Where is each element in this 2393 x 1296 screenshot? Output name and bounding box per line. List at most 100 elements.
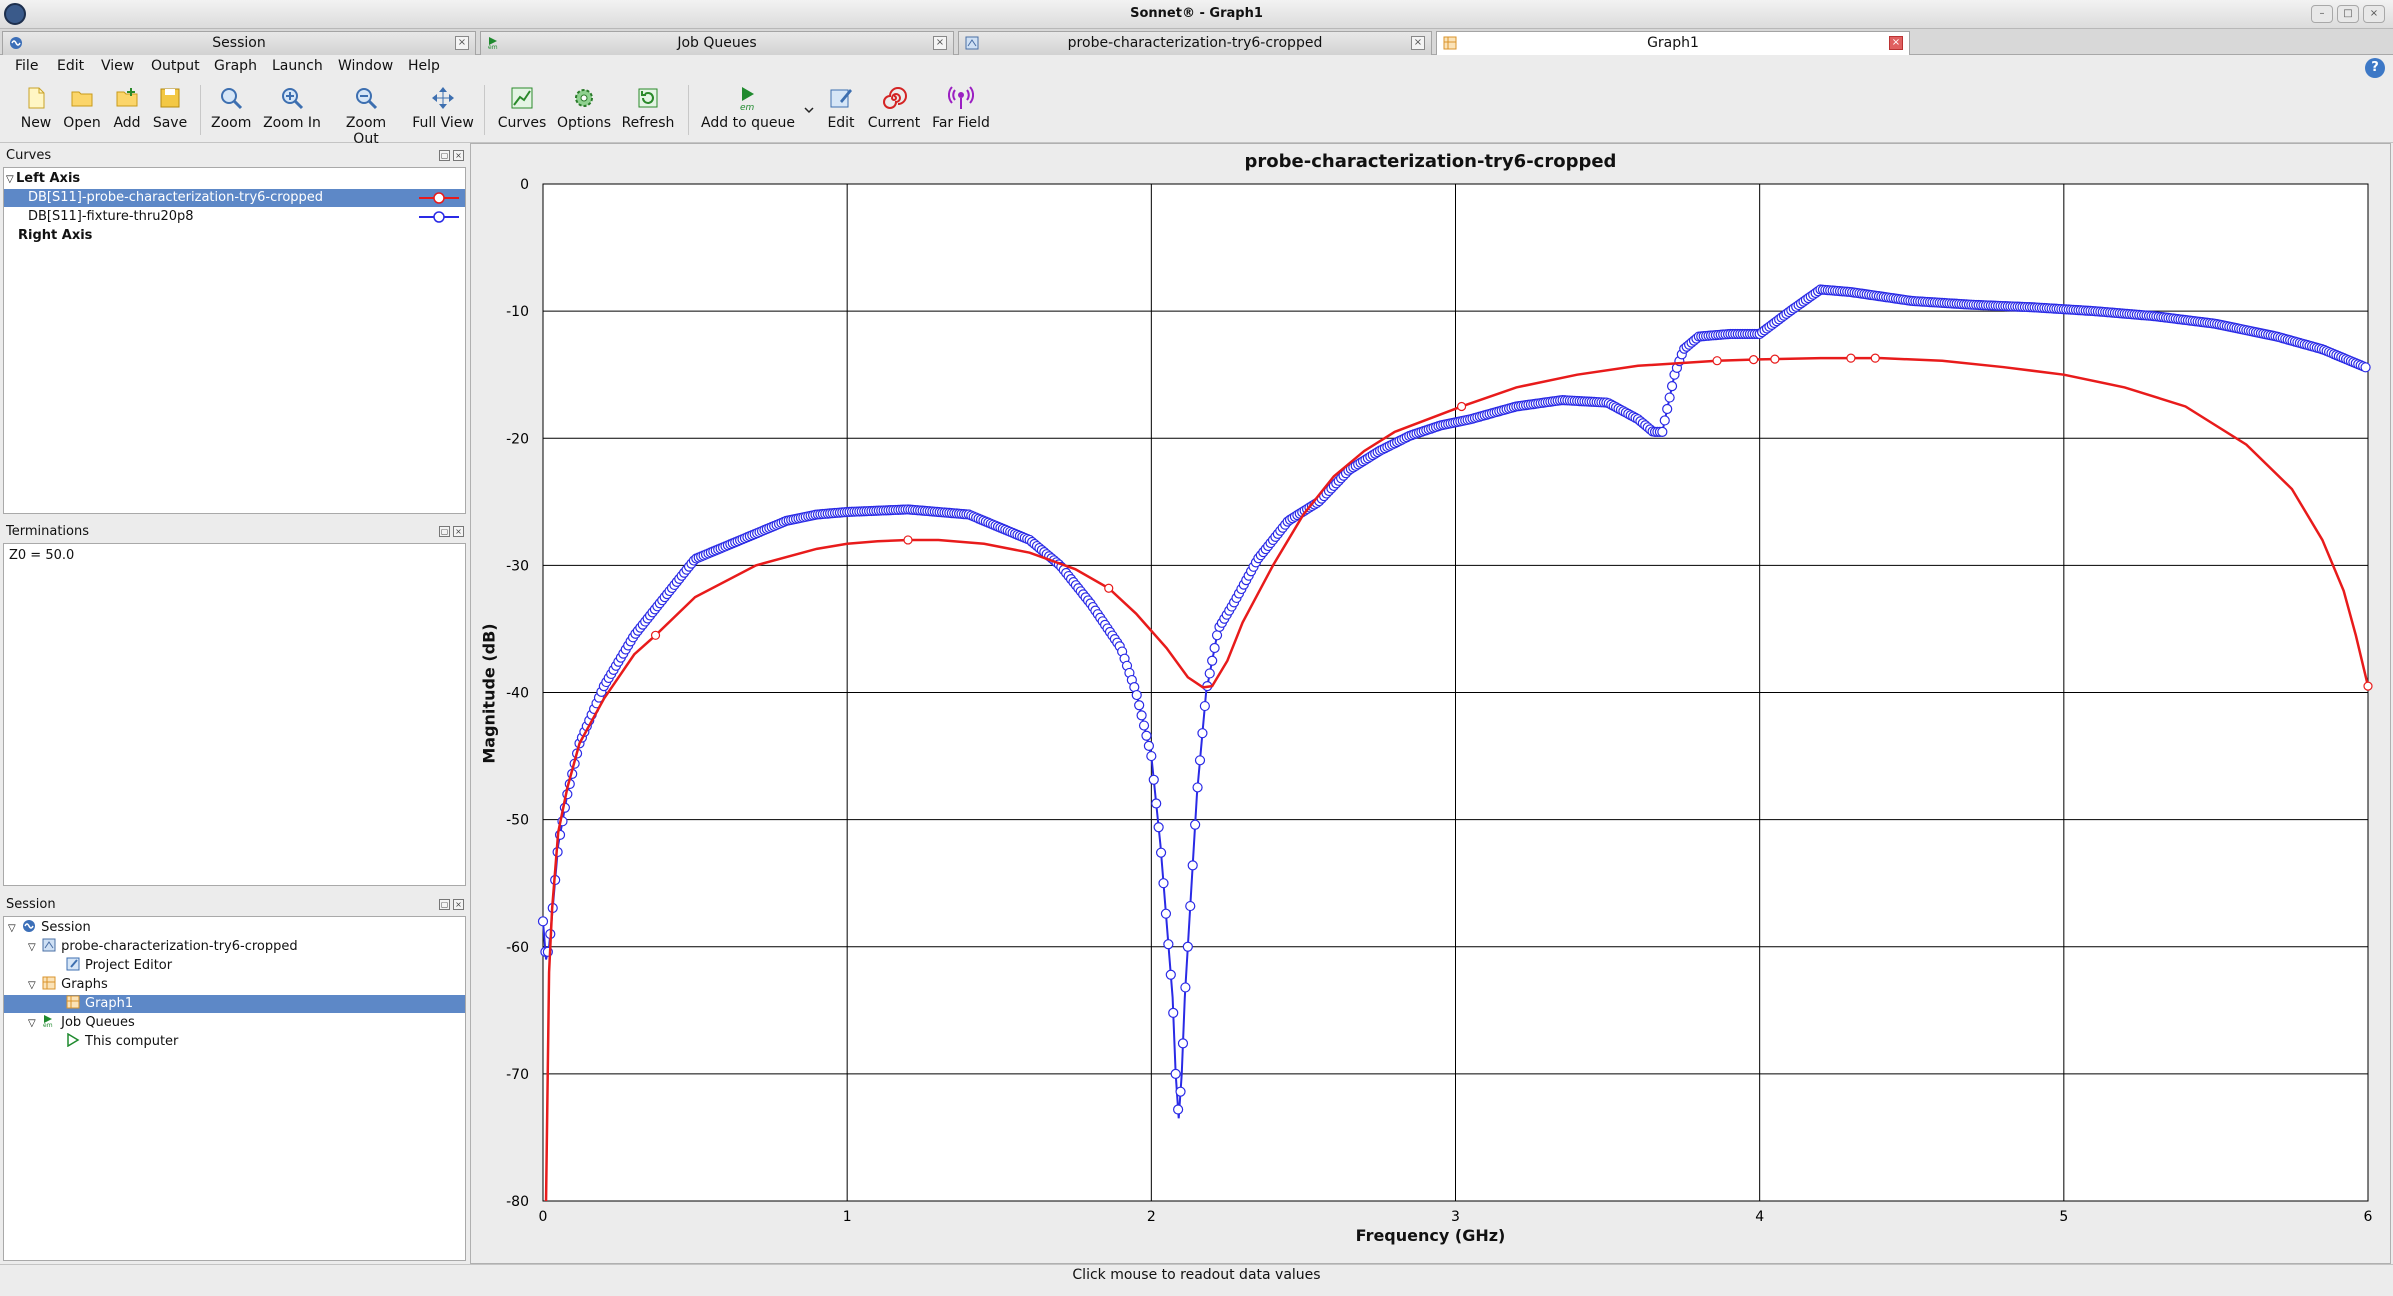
blue-circle-legend-icon xyxy=(419,211,459,223)
tree-project[interactable]: ▽ probe-characterization-try6-cropped xyxy=(28,938,298,956)
series-marker-fixture xyxy=(2360,362,2371,373)
window-titlebar: Sonnet® - Graph1 – □ × xyxy=(0,0,2393,29)
close-tab-icon[interactable]: × xyxy=(1411,36,1425,50)
help-icon[interactable]: ? xyxy=(2365,58,2385,78)
menu-edit[interactable]: Edit xyxy=(57,58,84,74)
menu-help[interactable]: Help xyxy=(408,58,440,74)
current-button[interactable]: Current xyxy=(866,85,922,131)
left-axis-group[interactable]: ▽ Left Axis xyxy=(6,170,80,188)
expand-triangle-icon[interactable]: ▽ xyxy=(28,939,38,957)
series-marker-fixture xyxy=(1209,642,1220,654)
minimize-button[interactable]: – xyxy=(2311,5,2333,23)
series-marker-fixture xyxy=(1192,782,1203,793)
menu-file[interactable]: File xyxy=(15,58,38,74)
tree-graphs[interactable]: ▽ Graphs xyxy=(28,976,108,994)
series-marker-fixture xyxy=(1155,847,1167,858)
graph-panel[interactable]: probe-characterization-try6-cropped Magn… xyxy=(470,143,2391,1264)
add-to-queue-dropdown[interactable] xyxy=(802,103,816,119)
float-panel-icon[interactable]: ▢ xyxy=(439,526,450,537)
tree-project-editor[interactable]: Project Editor xyxy=(66,957,172,975)
menu-window[interactable]: Window xyxy=(338,58,393,74)
expand-triangle-icon[interactable]: ▽ xyxy=(8,920,18,938)
far-field-antenna-icon xyxy=(948,86,974,109)
x-tick-label: 6 xyxy=(2364,1209,2373,1225)
tree-job-queues[interactable]: ▽ em Job Queues xyxy=(28,1014,135,1032)
tab-label: Graph1 xyxy=(1647,35,1699,51)
curve-item-fixture[interactable]: DB[S11]-fixture-thru20p8 xyxy=(4,208,465,226)
session-panel: Session ▢ × ▽ Session ▽ probe-characteri… xyxy=(3,895,466,1261)
series-marker-fixture xyxy=(1168,1007,1179,1018)
full-view-button[interactable]: Full View xyxy=(410,85,476,131)
series-marker-probe xyxy=(1104,583,1114,593)
series-marker-fixture xyxy=(1199,700,1210,712)
x-tick-label: 2 xyxy=(1147,1209,1156,1225)
tab-label: probe-characterization-try6-cropped xyxy=(1067,35,1323,51)
expand-triangle-icon[interactable]: ▽ xyxy=(28,1015,38,1033)
project-icon xyxy=(42,938,56,952)
close-panel-icon[interactable]: × xyxy=(453,899,464,910)
menu-launch[interactable]: Launch xyxy=(272,58,323,74)
y-tick-label: -20 xyxy=(506,431,529,447)
tree-session[interactable]: ▽ Session xyxy=(8,919,91,937)
refresh-button[interactable]: Refresh xyxy=(620,85,676,131)
series-marker-probe xyxy=(1770,354,1780,364)
tab-graph1[interactable]: Graph1 × xyxy=(1436,31,1910,55)
add-to-queue-button[interactable]: em Add to queue xyxy=(700,85,796,131)
save-button[interactable]: Save xyxy=(152,85,188,131)
close-window-button[interactable]: × xyxy=(2363,5,2385,23)
tab-label: Session xyxy=(212,35,266,51)
options-button[interactable]: Options xyxy=(556,85,612,131)
curves-panel-title: Curves xyxy=(6,148,52,163)
series-marker-fixture xyxy=(1151,798,1162,809)
series-marker-probe xyxy=(1870,353,1880,363)
zoom-out-button[interactable]: Zoom Out xyxy=(331,85,401,147)
save-disk-icon xyxy=(160,88,180,108)
series-marker-fixture xyxy=(1148,774,1159,785)
red-circle-legend-icon xyxy=(419,192,459,204)
curves-button[interactable]: Curves xyxy=(496,85,548,131)
zoom-button[interactable]: Zoom xyxy=(211,85,251,131)
tab-project[interactable]: probe-characterization-try6-cropped × xyxy=(958,31,1432,55)
status-text: Click mouse to readout data values xyxy=(1072,1267,1321,1283)
edit-button[interactable]: Edit xyxy=(822,85,860,131)
close-tab-icon[interactable]: × xyxy=(933,36,947,50)
project-icon xyxy=(965,36,979,50)
y-tick-label: -10 xyxy=(506,304,529,320)
float-panel-icon[interactable]: ▢ xyxy=(439,150,450,161)
menu-graph[interactable]: Graph xyxy=(214,58,257,74)
close-panel-icon[interactable]: × xyxy=(453,150,464,161)
new-button[interactable]: New xyxy=(18,85,54,131)
tree-this-computer[interactable]: This computer xyxy=(66,1033,178,1051)
far-field-button[interactable]: Far Field xyxy=(930,85,992,131)
open-button[interactable]: Open xyxy=(62,85,102,131)
curve-item-probe[interactable]: DB[S11]-probe-characterization-try6-crop… xyxy=(4,189,465,207)
float-panel-icon[interactable]: ▢ xyxy=(439,899,450,910)
close-tab-icon[interactable]: × xyxy=(455,36,469,50)
add-button[interactable]: Add xyxy=(110,85,144,131)
series-marker-fixture xyxy=(1175,1086,1186,1097)
expand-triangle-icon[interactable]: ▽ xyxy=(6,171,16,189)
series-marker-probe xyxy=(650,630,661,640)
open-folder-icon xyxy=(71,91,93,107)
right-axis-group[interactable]: Right Axis xyxy=(18,227,92,245)
tab-session[interactable]: Session × xyxy=(2,31,476,55)
tree-graph1[interactable]: Graph1 xyxy=(4,995,465,1013)
menu-view[interactable]: View xyxy=(101,58,134,74)
maximize-button[interactable]: □ xyxy=(2337,5,2359,23)
em-play-icon: em xyxy=(740,87,755,111)
expand-triangle-icon[interactable]: ▽ xyxy=(28,977,38,995)
close-tab-icon[interactable]: × xyxy=(1889,36,1903,50)
close-panel-icon[interactable]: × xyxy=(453,526,464,537)
menu-output[interactable]: Output xyxy=(151,58,200,74)
curves-panel: Curves ▢ × ▽ Left Axis DB[S11]-probe-char… xyxy=(3,146,466,514)
series-marker-fixture xyxy=(1190,819,1201,830)
series-marker-probe xyxy=(1456,401,1467,412)
tab-job-queues[interactable]: em Job Queues × xyxy=(480,31,954,55)
series-marker-fixture xyxy=(1185,900,1196,912)
series-marker-fixture xyxy=(1666,381,1678,392)
terminations-panel-title: Terminations xyxy=(6,524,90,539)
em-icon: em xyxy=(488,37,498,50)
chart-plot[interactable]: 0 1 2 3 4 5 6 0 -10 -20 -30 -40 -50 -60 -70 -80 xyxy=(471,144,2392,1265)
series-marker-probe xyxy=(1712,356,1722,366)
zoom-in-button[interactable]: Zoom In xyxy=(262,85,322,131)
